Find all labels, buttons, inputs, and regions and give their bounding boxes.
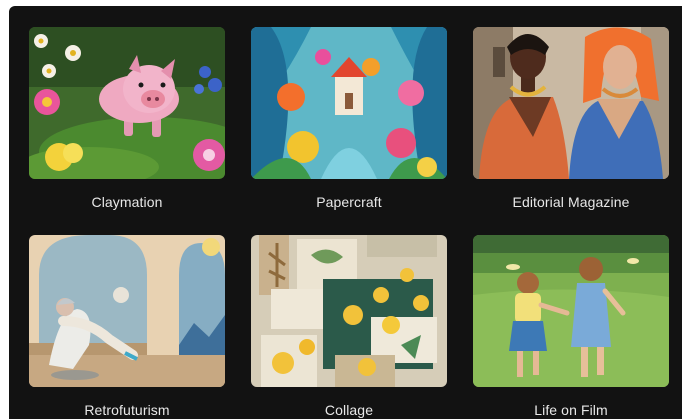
collage-thumbnail (251, 235, 447, 387)
editorial-magazine-thumbnail (473, 27, 669, 179)
style-label: Life on Film (534, 402, 608, 418)
style-gallery: Claymation Papercraft Editorial Magazine… (9, 6, 682, 419)
life-on-film-thumbnail (473, 235, 669, 387)
style-card-papercraft[interactable]: Papercraft (251, 27, 447, 210)
style-label: Collage (324, 402, 374, 418)
style-label: Retrofuturism (84, 402, 170, 418)
retrofuturism-thumbnail (29, 235, 225, 387)
style-label: Editorial Magazine (512, 194, 630, 210)
style-card-editorial-magazine[interactable]: Editorial Magazine (473, 27, 669, 210)
papercraft-thumbnail (251, 27, 447, 179)
style-card-life-on-film[interactable]: Life on Film (473, 235, 669, 418)
claymation-thumbnail (29, 27, 225, 179)
style-card-retrofuturism[interactable]: Retrofuturism (29, 235, 225, 418)
style-label: Claymation (91, 194, 163, 210)
style-card-collage[interactable]: Collage (251, 235, 447, 418)
style-label: Papercraft (316, 194, 382, 210)
style-card-claymation[interactable]: Claymation (29, 27, 225, 210)
